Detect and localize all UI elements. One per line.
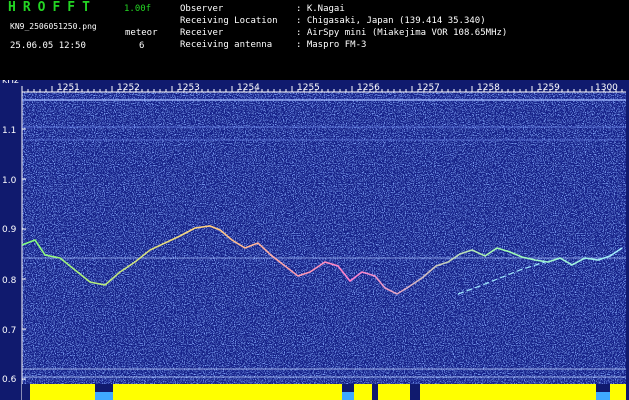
receiver-label: Receiver xyxy=(180,28,224,38)
time-tick-label: 1258 xyxy=(477,83,500,93)
noise-floor-gap-marker xyxy=(342,392,354,400)
header-panel: HROFFT 1.00f KN9_2506051250.png meteor 2… xyxy=(0,0,629,80)
y-tick-label: 1.0 xyxy=(2,176,17,186)
app-title: HROFFT xyxy=(8,0,97,15)
time-tick-label: 1256 xyxy=(357,83,380,93)
location-value: : Chigasaki, Japan (139.414 35.340) xyxy=(296,16,486,26)
spectrogram: kHz 1.1 1.0 0.9 0.8 0.7 0.6 1251 1252 12… xyxy=(0,80,629,400)
image-filename: KN9_2506051250.png xyxy=(10,22,97,31)
meteor-count: 6 xyxy=(139,41,145,51)
y-tick-label: 0.9 xyxy=(2,225,17,235)
y-tick-label: 0.6 xyxy=(2,375,17,385)
antenna-label: Receiving antenna xyxy=(180,40,273,50)
receiver-value: : AirSpy mini (Miakejima VOR 108.65MHz) xyxy=(296,28,508,38)
observer-label: Observer xyxy=(180,4,224,14)
location-label: Receiving Location xyxy=(180,16,278,26)
noise-texture xyxy=(22,92,626,384)
time-tick-label: 1254 xyxy=(237,83,260,93)
noise-floor-gap-marker xyxy=(95,392,113,400)
meteor-label: meteor xyxy=(125,28,158,38)
observer-value: : K.Nagai xyxy=(296,4,345,14)
y-tick-label: 0.8 xyxy=(2,276,17,286)
time-tick-label: 1259 xyxy=(537,83,560,93)
timestamp: 25.06.05 12:50 xyxy=(10,41,86,51)
app-version: 1.00f xyxy=(124,4,152,14)
y-tick-label: 0.7 xyxy=(2,326,16,336)
y-unit-label: kHz xyxy=(2,80,19,86)
antenna-value: : Maspro FM-3 xyxy=(296,40,367,50)
noise-floor-gap-marker xyxy=(596,392,610,400)
y-tick-label: 1.1 xyxy=(2,126,16,136)
